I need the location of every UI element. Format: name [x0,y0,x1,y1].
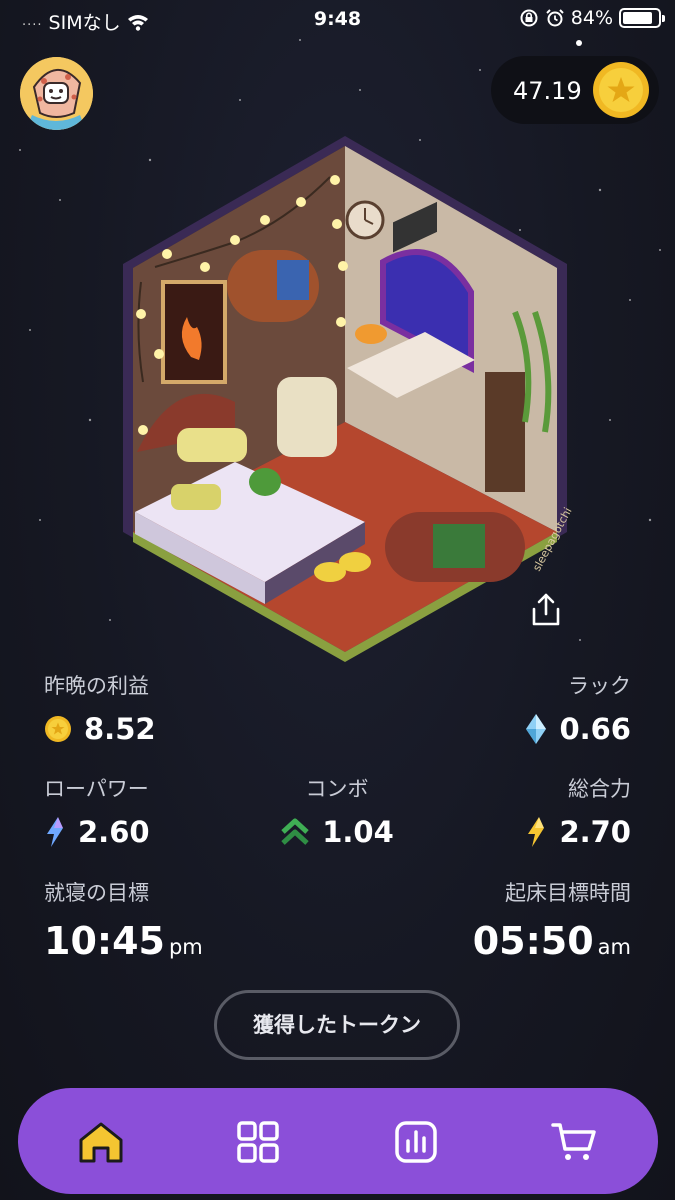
last-night-earnings: 昨晩の利益 8.52 [44,670,156,746]
bar-chart-icon[interactable] [393,1119,439,1165]
battery-cap [662,15,665,22]
luck: ラック 0.66 [525,670,631,746]
wake-goal-time: 05:50 [472,919,594,963]
alarm-icon [546,9,564,27]
share-icon[interactable] [529,592,563,628]
battery-fill [623,12,652,24]
sleep-goal-time-row: 10:45 pm [44,919,203,963]
combo: コンボ 1.04 [237,773,437,849]
rotation-lock-icon [520,9,538,27]
luck-value-row: 0.66 [525,712,631,746]
star-coin-icon [593,62,649,118]
raw-power-value-row: 2.60 [44,815,150,849]
total-power-label: 総合力 [568,777,631,801]
sleep-goal[interactable]: 就寝の目標 10:45 pm [44,877,203,963]
diamond-icon [526,714,547,744]
sleep-goal-ampm: pm [168,935,203,959]
coin-balance[interactable]: 47.19 [491,56,659,124]
raw-power: ローパワー 2.60 [44,773,150,849]
avatar-character-icon [20,57,93,130]
coin-balance-value: 47.19 [513,77,582,105]
avatar[interactable] [20,57,93,130]
double-chevron-up-icon [281,818,309,845]
raw-power-label: ローパワー [44,777,149,801]
wake-goal-time-row: 05:50 am [473,919,631,963]
earned-tokens-button[interactable]: 獲得したトークン [214,990,460,1060]
battery-icon [619,8,665,28]
page-indicator-dot [576,40,582,46]
battery-percent: 84% [570,7,613,29]
wake-goal-label: 起床目標時間 [505,881,631,905]
status-bar: .... SIMなし 9:48 84% [0,0,675,40]
combo-value-row: 1.04 [237,815,437,849]
coin-icon [45,716,71,742]
sleep-goal-time: 10:45 [44,919,165,963]
raw-power-value: 2.60 [78,815,150,849]
wake-goal-ampm: am [597,935,631,959]
lightning-blue-icon [47,817,63,847]
luck-value: 0.66 [559,712,631,746]
bottom-nav [18,1088,658,1194]
sleep-goal-label: 就寝の目標 [44,881,149,905]
cart-icon[interactable] [551,1119,597,1165]
luck-label: ラック [568,674,631,698]
total-power-value-row: 2.70 [525,815,631,849]
home-icon[interactable] [78,1119,124,1165]
wake-goal[interactable]: 起床目標時間 05:50 am [473,877,631,963]
combo-value: 1.04 [322,815,394,849]
status-right: 84% [519,7,665,29]
grid-icon[interactable] [235,1119,281,1165]
last-night-earnings-label: 昨晩の利益 [44,674,149,698]
lightning-yellow-icon [528,817,545,847]
last-night-earnings-value-row: 8.52 [44,712,156,746]
total-power-value: 2.70 [559,815,631,849]
total-power: 総合力 2.70 [525,773,631,849]
room-illustration: sleepagotchi [123,136,575,662]
combo-label: コンボ [305,777,369,801]
last-night-earnings-value: 8.52 [84,712,156,746]
